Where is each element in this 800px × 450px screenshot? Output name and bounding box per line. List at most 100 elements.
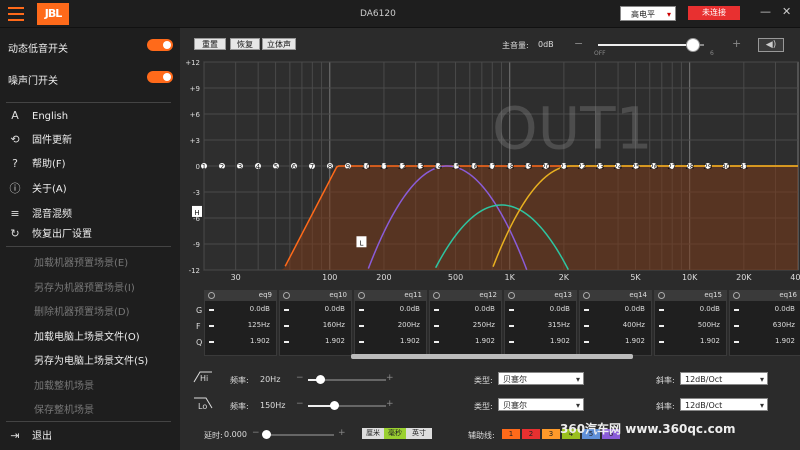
master-volume-knob[interactable] xyxy=(686,38,701,52)
level-select[interactable]: 高电平 xyxy=(620,6,676,22)
hp-freq-knob[interactable] xyxy=(316,375,326,384)
delay-plus-button[interactable]: + xyxy=(338,428,346,438)
delay-slider[interactable] xyxy=(262,430,334,439)
lp-type-select[interactable]: 贝塞尔 xyxy=(498,398,584,412)
eq-band-card[interactable]: eq11 0.0dB 200Hz 1.902 xyxy=(354,290,427,356)
lp-plus-button[interactable]: + xyxy=(386,399,394,409)
eq-q[interactable]: 1.902 xyxy=(625,337,645,345)
power-icon[interactable] xyxy=(733,292,740,299)
power-icon[interactable] xyxy=(208,292,215,299)
menu-save-pc-scene[interactable]: 另存为电脑上场景文件(S) xyxy=(34,352,148,367)
menu-about[interactable]: ⓘ 关于(A) xyxy=(8,180,67,196)
eq-freq[interactable]: 250Hz xyxy=(473,321,495,329)
eq-q[interactable]: 1.902 xyxy=(550,337,570,345)
delay-minus-button[interactable]: − xyxy=(252,428,260,438)
hp-minus-button[interactable]: − xyxy=(296,373,304,383)
menu-icon[interactable] xyxy=(8,7,24,21)
aux-line-button-3[interactable]: 3 xyxy=(542,429,560,439)
menu-load-whole-scene[interactable]: 加载整机场景 xyxy=(34,377,94,392)
lp-slope-select[interactable]: 12dB/Oct xyxy=(680,398,768,412)
volume-minus-button[interactable]: − xyxy=(574,37,583,50)
eq-freq[interactable]: 400Hz xyxy=(623,321,645,329)
menu-load-device-preset[interactable]: 加载机器预置场景(E) xyxy=(34,254,128,269)
menu-exit[interactable]: ⇥ 退出 xyxy=(8,427,52,443)
eq-scrollbar[interactable] xyxy=(351,354,633,359)
eq-freq[interactable]: 500Hz xyxy=(698,321,720,329)
menu-load-pc-scene[interactable]: 加载电脑上场景文件(O) xyxy=(34,328,140,343)
power-icon[interactable] xyxy=(658,292,665,299)
minimize-icon[interactable]: — xyxy=(760,5,771,18)
eq-freq[interactable]: 125Hz xyxy=(248,321,270,329)
master-volume-slider[interactable] xyxy=(598,38,704,52)
eq-q[interactable]: 1.902 xyxy=(325,337,345,345)
eq-gain[interactable]: 0.0dB xyxy=(400,305,420,313)
eq-band-card[interactable]: eq15 0.0dB 500Hz 1.902 xyxy=(654,290,727,356)
hp-freq-slider[interactable] xyxy=(308,375,386,384)
speaker-icon[interactable]: ◀) xyxy=(758,38,784,52)
x-tick-label: 2K xyxy=(559,273,570,282)
menu-save-device-preset[interactable]: 另存为机器预置场景(I) xyxy=(34,279,135,294)
menu-help[interactable]: ? 帮助(F) xyxy=(8,155,65,171)
lp-freq-knob[interactable] xyxy=(329,401,339,410)
eq-graph[interactable]: +12+9+6+30-3-6-9-1230 100 200 500 1K 2K 5K 10K 2… xyxy=(186,58,800,314)
eq-gain[interactable]: 0.0dB xyxy=(625,305,645,313)
aux-line-button-2[interactable]: 2 xyxy=(522,429,540,439)
eq-band-card[interactable]: eq14 0.0dB 400Hz 1.902 xyxy=(579,290,652,356)
power-icon[interactable] xyxy=(508,292,515,299)
eq-freq[interactable]: 315Hz xyxy=(548,321,570,329)
eq-q[interactable]: 1.902 xyxy=(475,337,495,345)
hp-type-select[interactable]: 贝塞尔 xyxy=(498,372,584,386)
eq-band-card[interactable]: eq9 0.0dB 125Hz 1.902 xyxy=(204,290,277,356)
eq-gain[interactable]: 0.0dB xyxy=(775,305,795,313)
eq-gain[interactable]: 0.0dB xyxy=(475,305,495,313)
eq-q[interactable]: 1.902 xyxy=(775,337,795,345)
eq-gain[interactable]: 0.0dB xyxy=(250,305,270,313)
menu-delete-device-preset[interactable]: 删除机器预置场景(D) xyxy=(34,303,130,318)
x-tick-label: 20K xyxy=(736,273,752,282)
unit-ms[interactable]: 毫秒 xyxy=(384,428,406,439)
band-label: 31 xyxy=(739,163,748,171)
eq-band-card[interactable]: eq13 0.0dB 315Hz 1.902 xyxy=(504,290,577,356)
eq-freq[interactable]: 200Hz xyxy=(398,321,420,329)
power-icon[interactable] xyxy=(283,292,290,299)
volume-plus-button[interactable]: + xyxy=(732,37,741,50)
menu-save-whole-scene[interactable]: 保存整机场景 xyxy=(34,401,94,416)
eq-response-chart[interactable]: +12 +9 +6 +3 0 -3 -6 -9 -12 30 100 200 500 1K 2K 5K 10K 2… xyxy=(186,58,800,314)
lp-minus-button[interactable]: − xyxy=(296,399,304,409)
power-icon[interactable] xyxy=(358,292,365,299)
close-icon[interactable]: ✕ xyxy=(782,5,791,18)
delay-unit-toggle: 厘米 毫秒 英寸 xyxy=(362,428,432,439)
aux-line-button-1[interactable]: 1 xyxy=(502,429,520,439)
eq-band-card[interactable]: eq16 0.0dB 630Hz 1.902 xyxy=(729,290,800,356)
connect-button[interactable]: 未连接 xyxy=(688,6,740,20)
eq-q[interactable]: 1.902 xyxy=(700,337,720,345)
eq-gain[interactable]: 0.0dB xyxy=(550,305,570,313)
stereo-button[interactable]: 立体声 xyxy=(262,38,296,50)
restore-button[interactable]: 恢复 xyxy=(230,38,260,50)
eq-gain[interactable]: 0.0dB xyxy=(325,305,345,313)
eq-band-card[interactable]: eq10 0.0dB 160Hz 1.902 xyxy=(279,290,352,356)
delay-knob[interactable] xyxy=(262,430,271,439)
unit-cm[interactable]: 厘米 xyxy=(362,428,384,439)
eq-q[interactable]: 1.902 xyxy=(250,337,270,345)
hp-plus-button[interactable]: + xyxy=(386,373,394,383)
menu-english[interactable]: A English xyxy=(8,110,68,123)
eq-freq[interactable]: 630Hz xyxy=(773,321,795,329)
dynamic-bass-switch[interactable] xyxy=(147,39,173,51)
noise-gate-switch[interactable] xyxy=(147,71,173,83)
lp-freq-slider[interactable] xyxy=(308,401,386,410)
menu-firmware[interactable]: ⟲ 固件更新 xyxy=(8,131,72,147)
reset-button[interactable]: 重置 xyxy=(194,38,226,50)
gain-marker xyxy=(434,309,439,311)
eq-gain[interactable]: 0.0dB xyxy=(700,305,720,313)
unit-inch[interactable]: 英寸 xyxy=(406,428,432,439)
eq-freq[interactable]: 160Hz xyxy=(323,321,345,329)
hp-slope-select[interactable]: 12dB/Oct xyxy=(680,372,768,386)
eq-q[interactable]: 1.902 xyxy=(400,337,420,345)
power-icon[interactable] xyxy=(583,292,590,299)
power-icon[interactable] xyxy=(433,292,440,299)
eq-band-card[interactable]: eq12 0.0dB 250Hz 1.902 xyxy=(429,290,502,356)
menu-factory-reset[interactable]: ↻ 恢复出厂设置 xyxy=(8,225,92,241)
menu-mixer[interactable]: ≡ 混音混频 xyxy=(8,205,72,221)
band-label: 5 xyxy=(274,163,278,171)
